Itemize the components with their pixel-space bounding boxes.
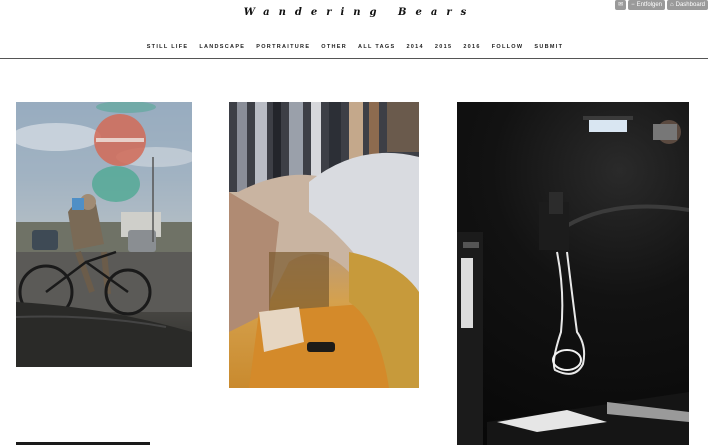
nav-item-other[interactable]: OTHER [321,44,347,50]
header-divider [0,58,708,59]
photo-lamp-image [457,116,689,445]
nav-item-submit[interactable]: SUBMIT [534,44,563,50]
nav-item-landscape[interactable]: LANDSCAPE [199,44,245,50]
photo-lamp[interactable] [457,102,689,445]
nav-item-2015[interactable]: 2015 [435,44,452,50]
main-nav: STILL LIFE LANDSCAPE PORTRAITURE OTHER A… [0,44,710,50]
photo-cyclist-image [16,102,192,367]
nav-item-still-life[interactable]: STILL LIFE [147,44,189,50]
nav-item-all-tags[interactable]: ALL TAGS [358,44,395,50]
nav-item-2014[interactable]: 2014 [406,44,423,50]
nav-item-portraiture[interactable]: PORTRAITURE [256,44,310,50]
photo-cyclist[interactable] [16,102,192,367]
nav-item-follow[interactable]: FOLLOW [492,44,524,50]
site-title[interactable]: Wandering Bears [0,7,710,18]
photo-curtain-image [229,102,419,388]
photo-curtain[interactable] [229,102,419,388]
nav-item-2016[interactable]: 2016 [463,44,480,50]
